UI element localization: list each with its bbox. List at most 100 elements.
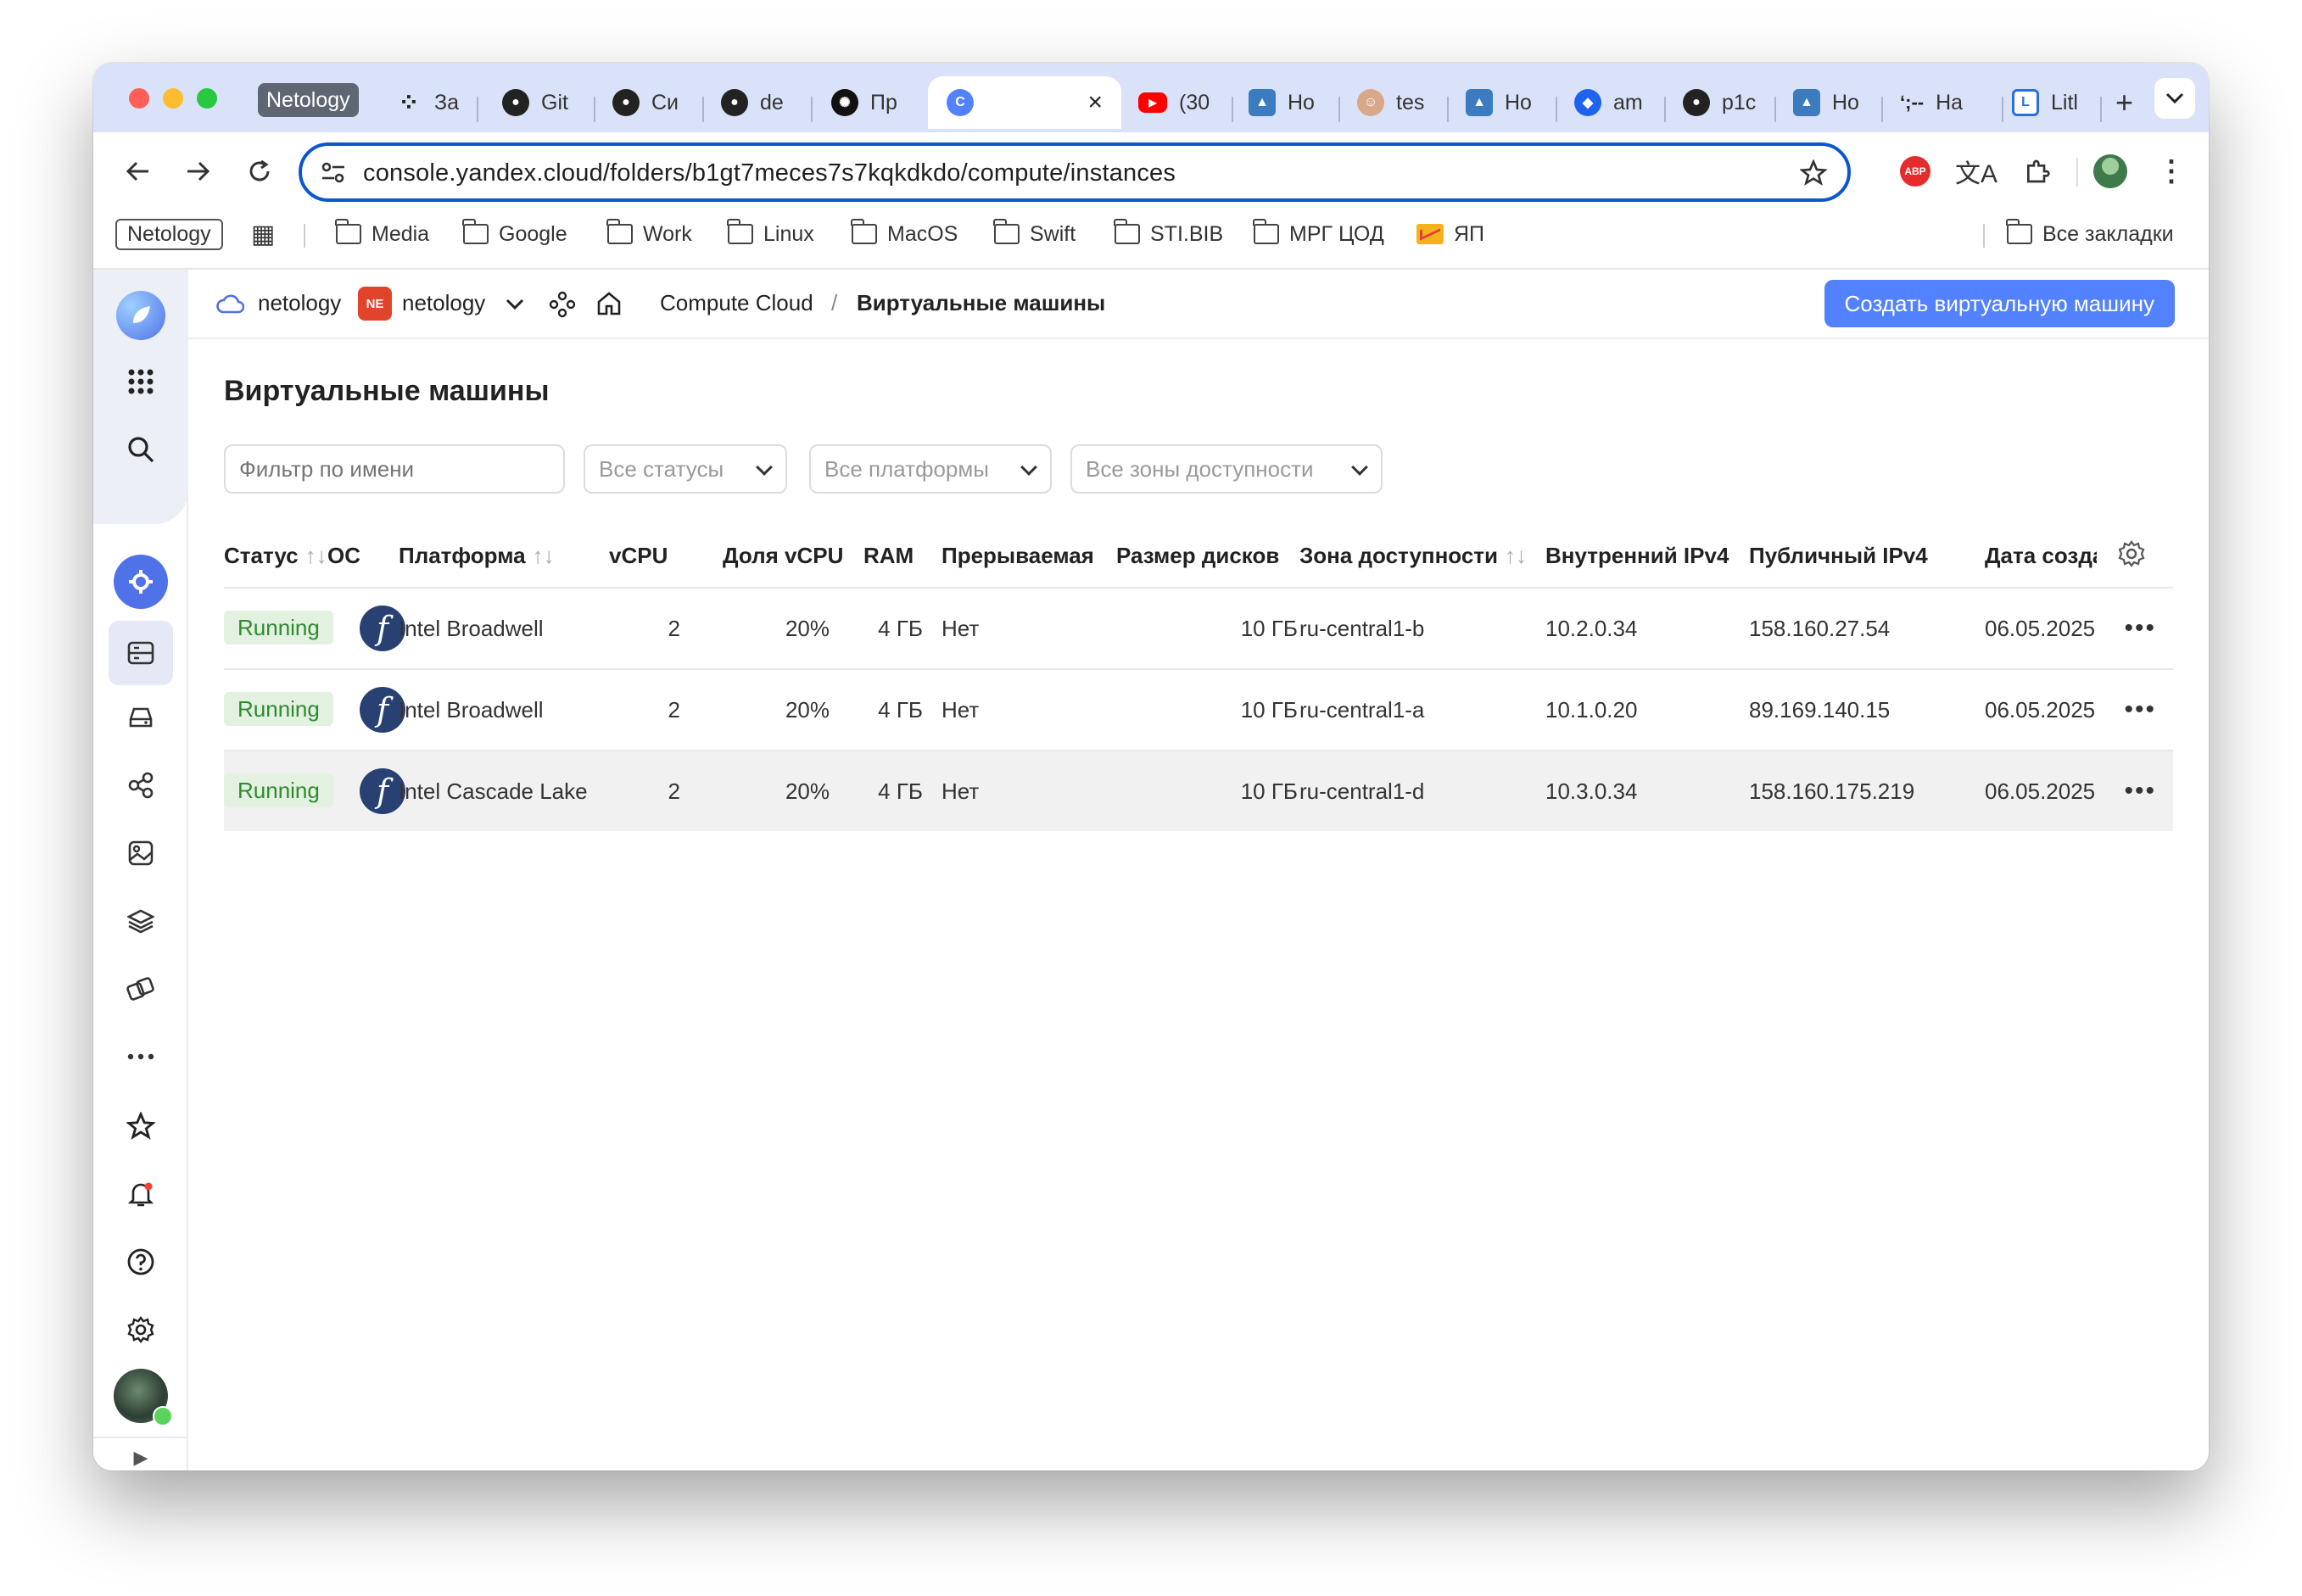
profile-avatar[interactable] — [2088, 149, 2132, 193]
sort-icon[interactable]: ↑↓ — [533, 543, 555, 568]
breadcrumb-folder[interactable]: netology — [402, 290, 485, 316]
yandex-cloud-logo[interactable] — [114, 288, 168, 343]
user-avatar[interactable] — [114, 1369, 173, 1426]
name-filter-input[interactable] — [224, 444, 565, 494]
sort-icon[interactable]: ↑↓ — [1505, 543, 1527, 568]
instance-groups-icon[interactable] — [114, 962, 168, 1016]
dots-app-icon: ⁘ — [398, 88, 420, 117]
tab-item[interactable]: ▲ Ho — [1793, 76, 1868, 129]
zone-filter-select[interactable]: Все зоны доступности — [1070, 444, 1383, 494]
column-zone[interactable]: Зона доступности ↑↓ — [1299, 543, 1527, 569]
tab-item[interactable]: ▲ Ho — [1249, 76, 1325, 129]
tab-item[interactable]: ▶ (30 — [1138, 76, 1215, 129]
extensions-icon[interactable] — [2015, 149, 2059, 193]
bookmark-folder-macos[interactable]: MacOS — [851, 217, 958, 251]
tab-item[interactable]: ☺ tes — [1357, 76, 1433, 129]
favorites-star-icon[interactable] — [114, 1099, 168, 1153]
reload-button[interactable] — [239, 151, 280, 192]
placement-groups-icon[interactable] — [114, 758, 168, 812]
compute-cloud-service-icon[interactable] — [114, 555, 168, 609]
bookmark-star-icon[interactable] — [1800, 159, 1827, 187]
close-window-button[interactable] — [129, 88, 149, 109]
more-icon[interactable] — [114, 1030, 168, 1084]
tab-item[interactable]: ● de — [721, 76, 792, 129]
column-platform[interactable]: Платформа ↑↓ — [399, 543, 555, 569]
tab-item[interactable]: ⁘ За — [395, 76, 465, 129]
tab-item[interactable]: ʻ;-- Ha — [1900, 76, 1990, 129]
bookmark-folder-mrg[interactable]: МРГ ЦОД — [1253, 217, 1384, 251]
table-row[interactable]: Running f Intel Cascade Lake 2 20% 4 ГБ … — [224, 751, 2173, 831]
bookmark-folder-media[interactable]: Media — [335, 217, 429, 251]
settings-gear-icon[interactable] — [114, 1303, 168, 1357]
search-icon[interactable] — [114, 422, 168, 477]
breadcrumb-current: Виртуальные машины — [857, 290, 1106, 315]
table-row[interactable]: Running f Intel Broadwell 2 20% 4 ГБ Нет… — [224, 670, 2173, 750]
tab-item[interactable]: ● Git — [502, 76, 577, 129]
bookmark-folder-linux[interactable]: Linux — [727, 217, 814, 251]
row-actions-icon[interactable]: ••• — [2124, 777, 2156, 806]
bookmark-apps[interactable]: ▦ — [251, 217, 275, 251]
main-content: netology NE netology Compute Cloud / Вир… — [188, 270, 2209, 1470]
column-status[interactable]: Статус ↑↓ — [224, 543, 327, 569]
chevron-down-icon[interactable] — [506, 299, 524, 310]
images-icon[interactable] — [114, 826, 168, 880]
table-settings-gear-icon[interactable] — [2117, 539, 2146, 568]
service-map-icon[interactable] — [548, 290, 577, 319]
adblock-extension-icon[interactable]: ABP — [1893, 149, 1937, 193]
column-preemptible: Прерываемая — [941, 543, 1094, 569]
tab-item[interactable]: ● p1c — [1683, 76, 1763, 129]
cell-ram: 4 ГБ — [878, 616, 923, 641]
snapshots-icon[interactable] — [114, 894, 168, 948]
back-button[interactable] — [117, 151, 158, 192]
site-settings-icon[interactable] — [321, 161, 346, 185]
tab-item[interactable]: ● Си — [612, 76, 682, 129]
bookmark-folder-work[interactable]: Work — [606, 217, 692, 251]
column-label: Дата созда — [1985, 543, 2097, 568]
bookmark-folder-google[interactable]: Google — [462, 217, 567, 251]
disks-icon[interactable] — [114, 690, 168, 745]
maximize-window-button[interactable] — [197, 88, 217, 109]
bookmark-folder-stibib[interactable]: STI.BIB — [1114, 217, 1223, 251]
home-icon[interactable] — [595, 290, 623, 317]
tab-separator — [1338, 97, 1340, 122]
breadcrumb-service[interactable]: Compute Cloud — [660, 290, 813, 316]
browser-menu-icon[interactable]: ⋮ — [2149, 149, 2193, 193]
tab-group-netology[interactable]: Netology — [258, 83, 359, 117]
bookmark-yap[interactable]: ЯП — [1416, 217, 1484, 251]
help-icon[interactable] — [114, 1235, 168, 1289]
tab-item[interactable]: ▲ Ho — [1466, 76, 1542, 129]
notifications-bell-icon[interactable] — [114, 1167, 168, 1221]
bookmark-netology[interactable]: Netology — [115, 217, 223, 251]
all-bookmarks[interactable]: Все закладки — [2006, 217, 2174, 251]
row-actions-icon[interactable]: ••• — [2124, 614, 2156, 643]
column-label: Зона доступности — [1299, 543, 1499, 568]
table-row[interactable]: Running f Intel Broadwell 2 20% 4 ГБ Нет… — [224, 589, 2173, 668]
cell-internal-ipv4: 10.3.0.34 — [1545, 778, 1638, 804]
vm-list-icon[interactable] — [109, 621, 173, 685]
platform-filter-select[interactable]: Все платформы — [809, 444, 1052, 494]
sort-icon[interactable]: ↑↓ — [305, 543, 327, 568]
bookmark-folder-swift[interactable]: Swift — [993, 217, 1076, 251]
minimize-window-button[interactable] — [163, 88, 183, 109]
tab-search-button[interactable] — [2154, 78, 2195, 119]
status-filter-select[interactable]: Все статусы — [584, 444, 787, 494]
breadcrumb-cloud[interactable]: netology — [258, 290, 341, 316]
chevron-down-icon — [1351, 459, 1368, 476]
tab-item[interactable]: ✺ Пр — [831, 76, 902, 129]
tab-separator — [2100, 97, 2102, 122]
services-grid-icon[interactable] — [114, 354, 168, 409]
row-actions-icon[interactable]: ••• — [2124, 695, 2156, 724]
new-tab-button[interactable]: + — [2115, 76, 2133, 129]
expand-sidebar-icon[interactable]: ▶ — [114, 1445, 168, 1470]
create-vm-button[interactable]: Создать виртуальную машину — [1824, 280, 2175, 327]
translate-icon[interactable]: 文A — [1954, 149, 1998, 193]
tab-item[interactable]: ◆ am — [1574, 76, 1652, 129]
tab-label: p1c — [1722, 90, 1757, 114]
forward-button[interactable] — [178, 151, 219, 192]
address-bar[interactable]: console.yandex.cloud/folders/b1gt7meces7… — [299, 142, 1851, 202]
tab-label: (30 — [1179, 90, 1210, 114]
tab-yandex-cloud-active[interactable]: C × — [928, 76, 1121, 129]
bookmark-label: Swift — [1030, 221, 1076, 246]
tab-item[interactable]: L Litl — [2012, 76, 2088, 129]
close-tab-icon[interactable]: × — [1087, 88, 1103, 117]
